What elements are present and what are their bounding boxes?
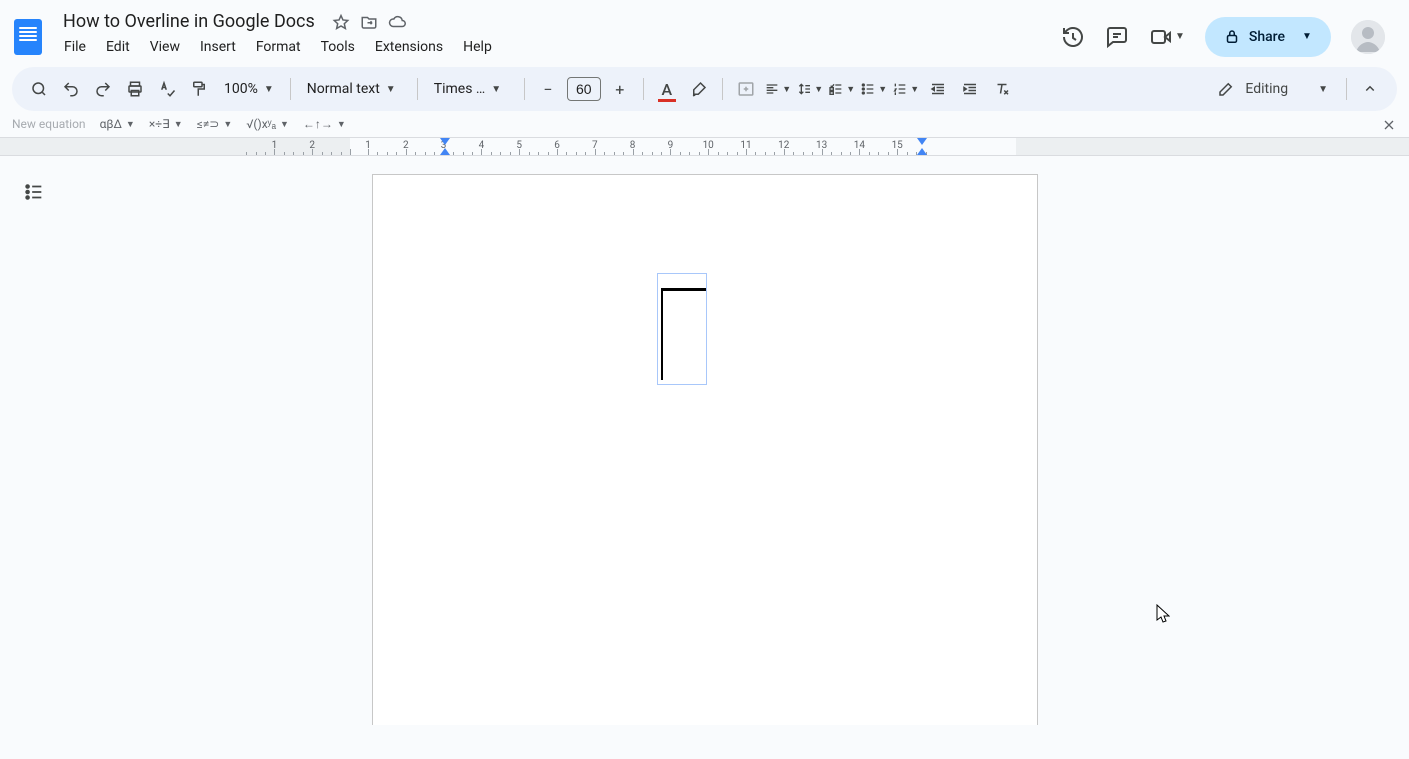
bulleted-list-button[interactable]: ▼: [859, 74, 889, 104]
menu-insert[interactable]: Insert: [192, 35, 244, 59]
equation-toolbar: New equation αβΔ▼ ×÷∃▼ ≤≠⊃▼ √()xʸₐ▼ ←↑→▼: [0, 111, 1409, 138]
right-indent-marker-top[interactable]: [917, 138, 927, 145]
undo-button[interactable]: [56, 74, 86, 104]
cloud-status-icon[interactable]: [388, 13, 406, 31]
search-menus-button[interactable]: [24, 74, 54, 104]
star-icon[interactable]: [332, 13, 350, 31]
menu-extensions[interactable]: Extensions: [367, 35, 451, 59]
right-indent-marker[interactable]: [917, 148, 927, 155]
font-size-input[interactable]: [567, 77, 601, 101]
checklist-button[interactable]: ▼: [827, 74, 857, 104]
redo-button[interactable]: [88, 74, 118, 104]
document-area[interactable]: [0, 156, 1409, 725]
text-color-button[interactable]: A: [652, 74, 682, 104]
menu-format[interactable]: Format: [248, 35, 309, 59]
title-bar: How to Overline in Google Docs File Edit…: [0, 0, 1409, 67]
eq-arrows-dropdown[interactable]: ←↑→▼: [303, 117, 346, 131]
indent-increase-button[interactable]: [955, 74, 985, 104]
first-line-indent-marker[interactable]: [440, 138, 450, 145]
menu-help[interactable]: Help: [455, 35, 500, 59]
eq-greek-dropdown[interactable]: αβΔ▼: [100, 117, 135, 131]
eq-relations-dropdown[interactable]: ≤≠⊃▼: [197, 117, 233, 131]
zoom-value: 100%: [224, 81, 258, 97]
main-toolbar: 100%▼ Normal text▼ Times …▼ − + A ▼ ▼ ▼ …: [12, 67, 1397, 111]
move-icon[interactable]: [360, 13, 378, 31]
paragraph-style-value: Normal text: [307, 81, 380, 97]
share-dropdown-icon[interactable]: ▼: [1293, 31, 1321, 42]
account-avatar[interactable]: [1351, 20, 1385, 54]
show-outline-button[interactable]: [18, 176, 50, 208]
document-page[interactable]: [372, 174, 1038, 725]
collapse-toolbar-button[interactable]: [1355, 74, 1385, 104]
print-button[interactable]: [120, 74, 150, 104]
menu-file[interactable]: File: [56, 35, 94, 59]
zoom-dropdown[interactable]: 100%▼: [216, 74, 282, 104]
left-indent-marker[interactable]: [440, 148, 450, 155]
spellcheck-button[interactable]: [152, 74, 182, 104]
meet-button[interactable]: ▼: [1149, 25, 1185, 49]
menu-edit[interactable]: Edit: [98, 35, 138, 59]
editing-mode-dropdown[interactable]: Editing ▼: [1207, 74, 1338, 104]
font-size-increase[interactable]: +: [605, 74, 635, 104]
eq-math-dropdown[interactable]: √()xʸₐ▼: [246, 117, 289, 131]
paragraph-style-dropdown[interactable]: Normal text▼: [299, 74, 409, 104]
docs-logo-icon: [14, 19, 42, 55]
header-right-actions: ▼ Share ▼: [1061, 17, 1393, 57]
clear-formatting-button[interactable]: [987, 74, 1017, 104]
new-equation-button[interactable]: New equation: [12, 117, 86, 131]
menu-view[interactable]: View: [142, 35, 188, 59]
equation-caret: [661, 288, 663, 380]
document-title[interactable]: How to Overline in Google Docs: [56, 8, 322, 35]
docs-home-button[interactable]: [8, 17, 48, 57]
font-family-value: Times …: [434, 81, 486, 97]
menu-tools[interactable]: Tools: [313, 35, 363, 59]
equation-toolbar-close-icon[interactable]: [1381, 117, 1397, 133]
indent-decrease-button[interactable]: [923, 74, 953, 104]
equation-box[interactable]: [657, 273, 707, 385]
comments-icon[interactable]: [1105, 25, 1129, 49]
horizontal-ruler[interactable]: 21123456789101112131415: [0, 138, 1409, 156]
history-icon[interactable]: [1061, 25, 1085, 49]
font-family-dropdown[interactable]: Times …▼: [426, 74, 516, 104]
share-button[interactable]: Share ▼: [1205, 17, 1331, 57]
font-size-decrease[interactable]: −: [533, 74, 563, 104]
line-spacing-button[interactable]: ▼: [795, 74, 825, 104]
insert-image-button[interactable]: [731, 74, 761, 104]
align-button[interactable]: ▼: [763, 74, 793, 104]
equation-overline: [661, 288, 706, 291]
eq-operators-dropdown[interactable]: ×÷∃▼: [149, 117, 183, 131]
paint-format-button[interactable]: [184, 74, 214, 104]
numbered-list-button[interactable]: ▼: [891, 74, 921, 104]
highlight-color-button[interactable]: [684, 74, 714, 104]
menu-bar: File Edit View Insert Format Tools Exten…: [56, 35, 508, 65]
editing-mode-label: Editing: [1245, 81, 1288, 97]
share-label: Share: [1249, 29, 1285, 45]
